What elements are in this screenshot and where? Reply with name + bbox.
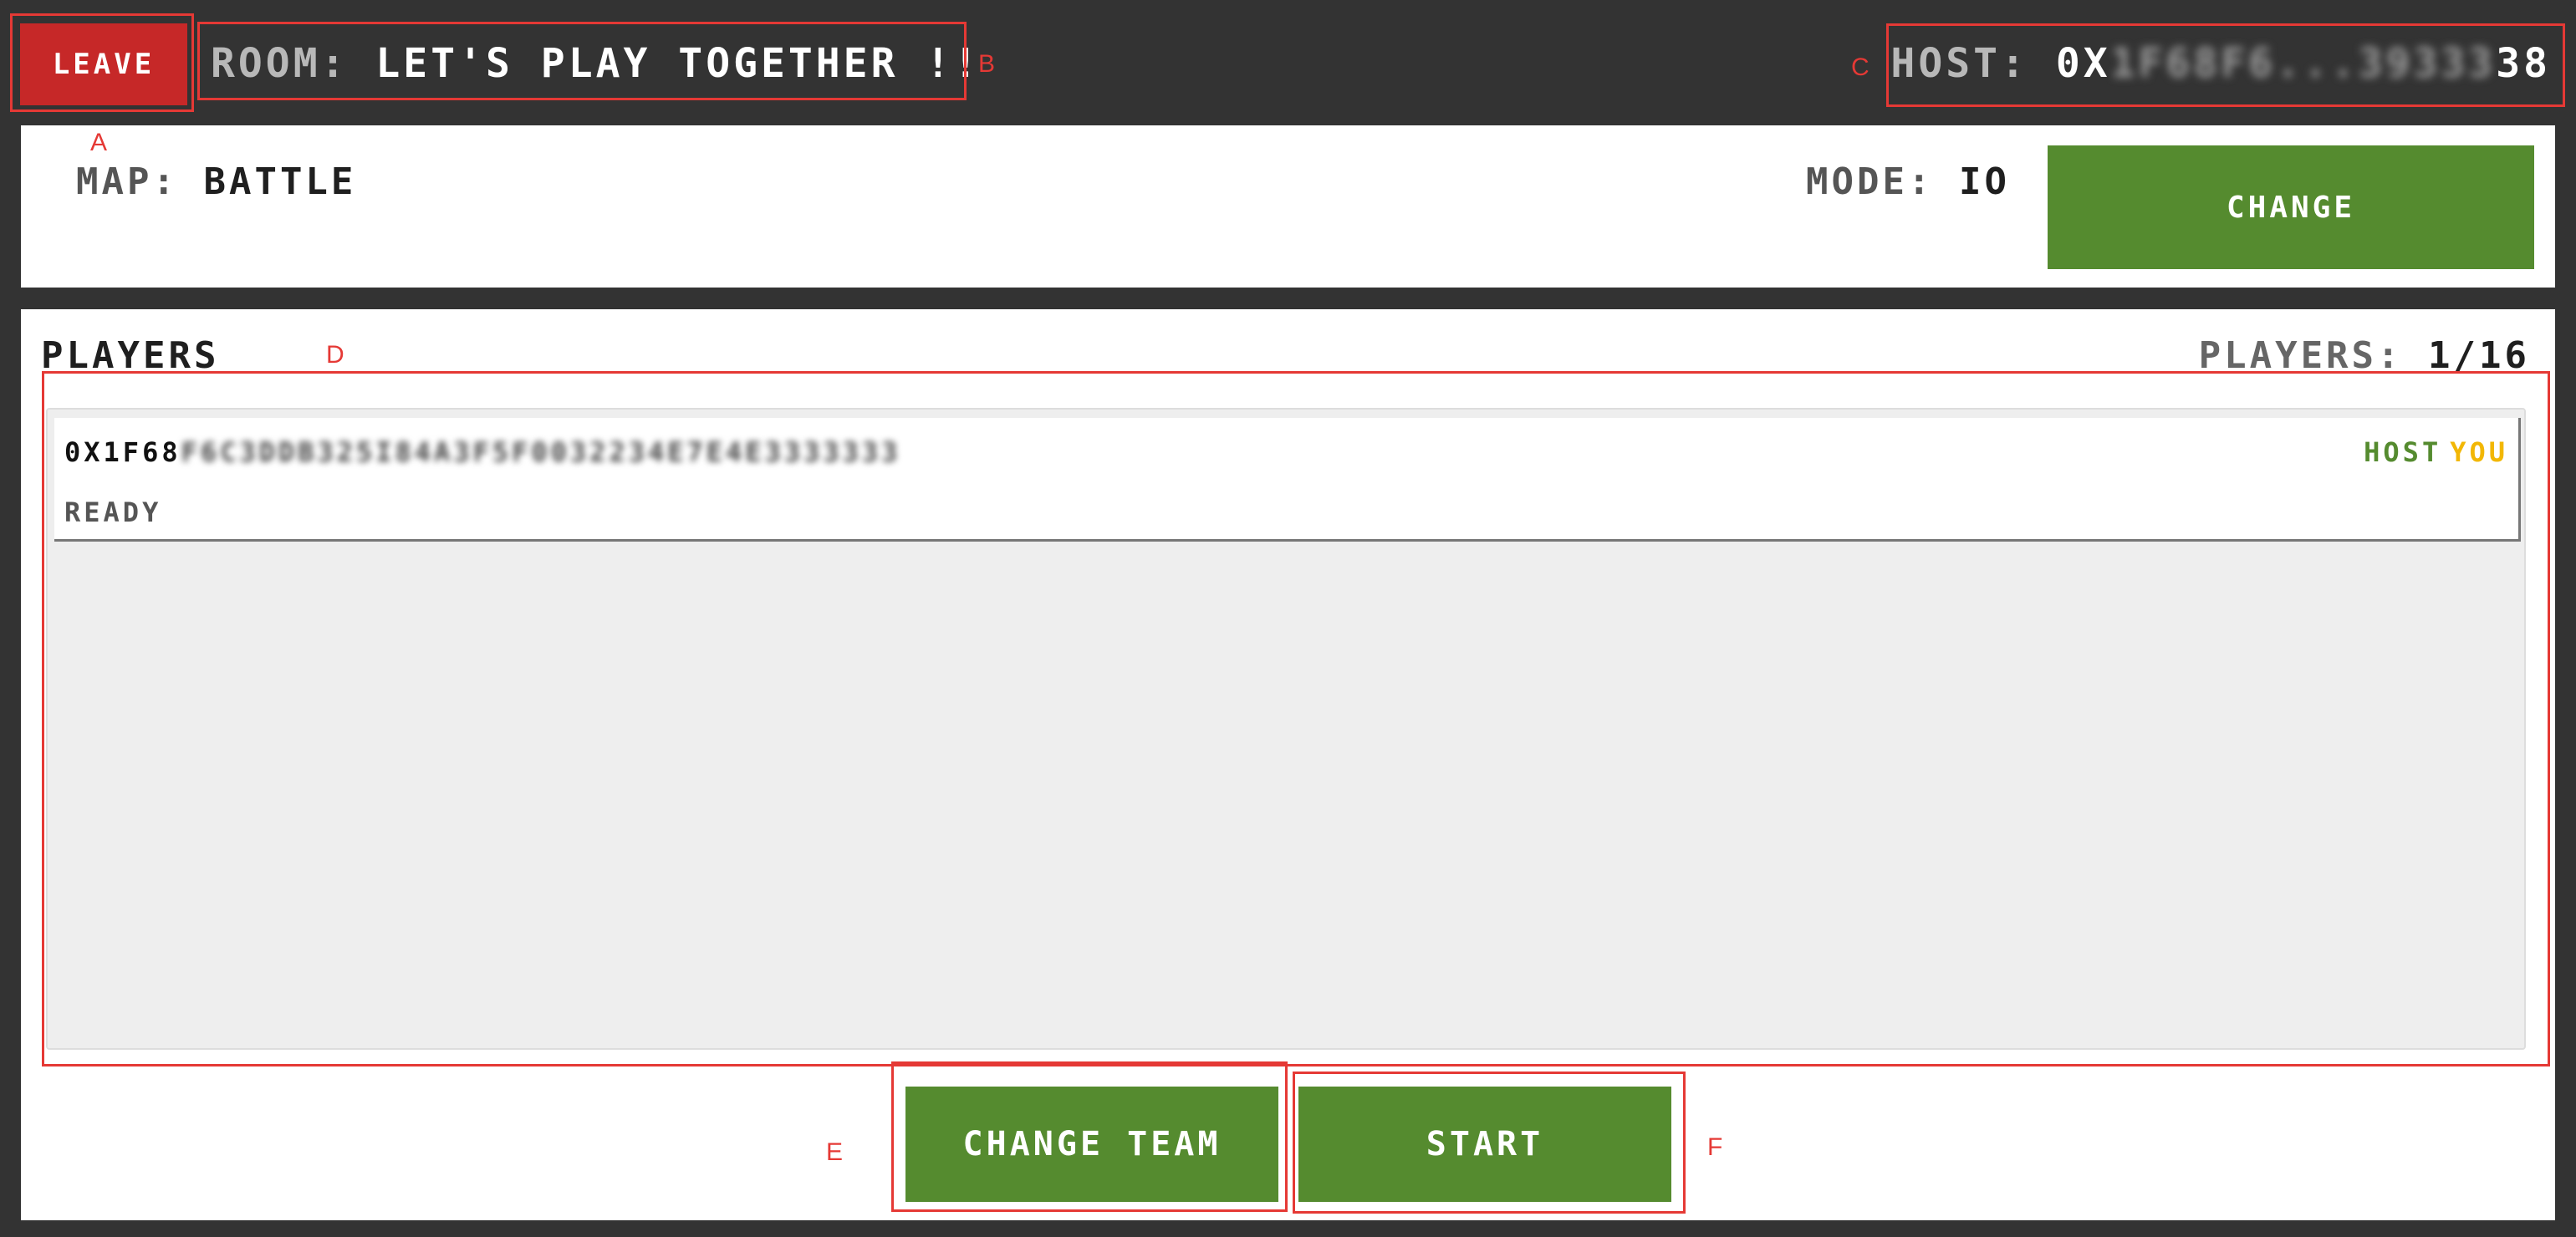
players-list[interactable]: 0X1F68F6C3DDB325I84A3F5F0032234E7E4E3333… (46, 408, 2526, 1050)
room-label: ROOM: (211, 40, 349, 87)
players-panel: PLAYERS PLAYERS: 1/16 0X1F68F6C3DDB325I8… (21, 309, 2555, 1220)
players-heading: PLAYERS (41, 334, 220, 377)
map-panel: MAP: BATTLE MODE: IO CHANGE (21, 125, 2555, 288)
players-count-label: PLAYERS: (2198, 334, 2403, 377)
annotation-label-c: C (1851, 53, 1870, 81)
map-info: MAP: BATTLE (76, 160, 356, 203)
players-count-value: 1/16 (2428, 334, 2530, 377)
room-name: LET'S PLAY TOGETHER !! (375, 40, 982, 87)
room-title: ROOM: LET'S PLAY TOGETHER !! (211, 40, 981, 87)
change-map-button[interactable]: CHANGE (2048, 145, 2534, 269)
annotation-label-e: E (826, 1138, 844, 1166)
player-card[interactable]: 0X1F68F6C3DDB325I84A3F5F0032234E7E4E3333… (54, 418, 2521, 542)
mode-label: MODE: (1806, 160, 1934, 203)
player-address-obscured: F6C3DDB325I84A3F5F0032234E7E4E3333333 (181, 436, 901, 468)
host-address-obscured: 1F68F6...39333 (2110, 40, 2497, 87)
mode-info: MODE: IO (1806, 160, 2010, 203)
annotation-label-a: A (90, 129, 108, 156)
start-button[interactable]: START (1298, 1087, 1671, 1202)
player-address: 0X1F68F6C3DDB325I84A3F5F0032234E7E4E3333… (64, 436, 900, 468)
host-info: HOST: 0X1F68F6...3933338 (1890, 40, 2551, 87)
annotation-label-d: D (326, 341, 344, 369)
player-tags: HOST YOU (2364, 436, 2508, 468)
mode-value: IO (1958, 160, 2010, 203)
players-count: PLAYERS: 1/16 (2199, 334, 2530, 377)
host-label: HOST: (1890, 40, 2028, 87)
annotation-label-f: F (1707, 1133, 1723, 1161)
annotation-label-b: B (978, 50, 996, 78)
you-tag: YOU (2450, 436, 2508, 468)
player-address-visible: 0X1F68 (64, 436, 181, 468)
leave-button[interactable]: LEAVE (20, 23, 187, 105)
map-value: BATTLE (203, 160, 357, 203)
host-address-tail: 38 (2496, 40, 2551, 87)
host-tag: HOST (2364, 436, 2442, 468)
player-status: READY (64, 496, 162, 528)
change-team-button[interactable]: CHANGE TEAM (905, 1087, 1278, 1202)
map-label: MAP: (76, 160, 178, 203)
host-address: 0X (2055, 40, 2111, 87)
